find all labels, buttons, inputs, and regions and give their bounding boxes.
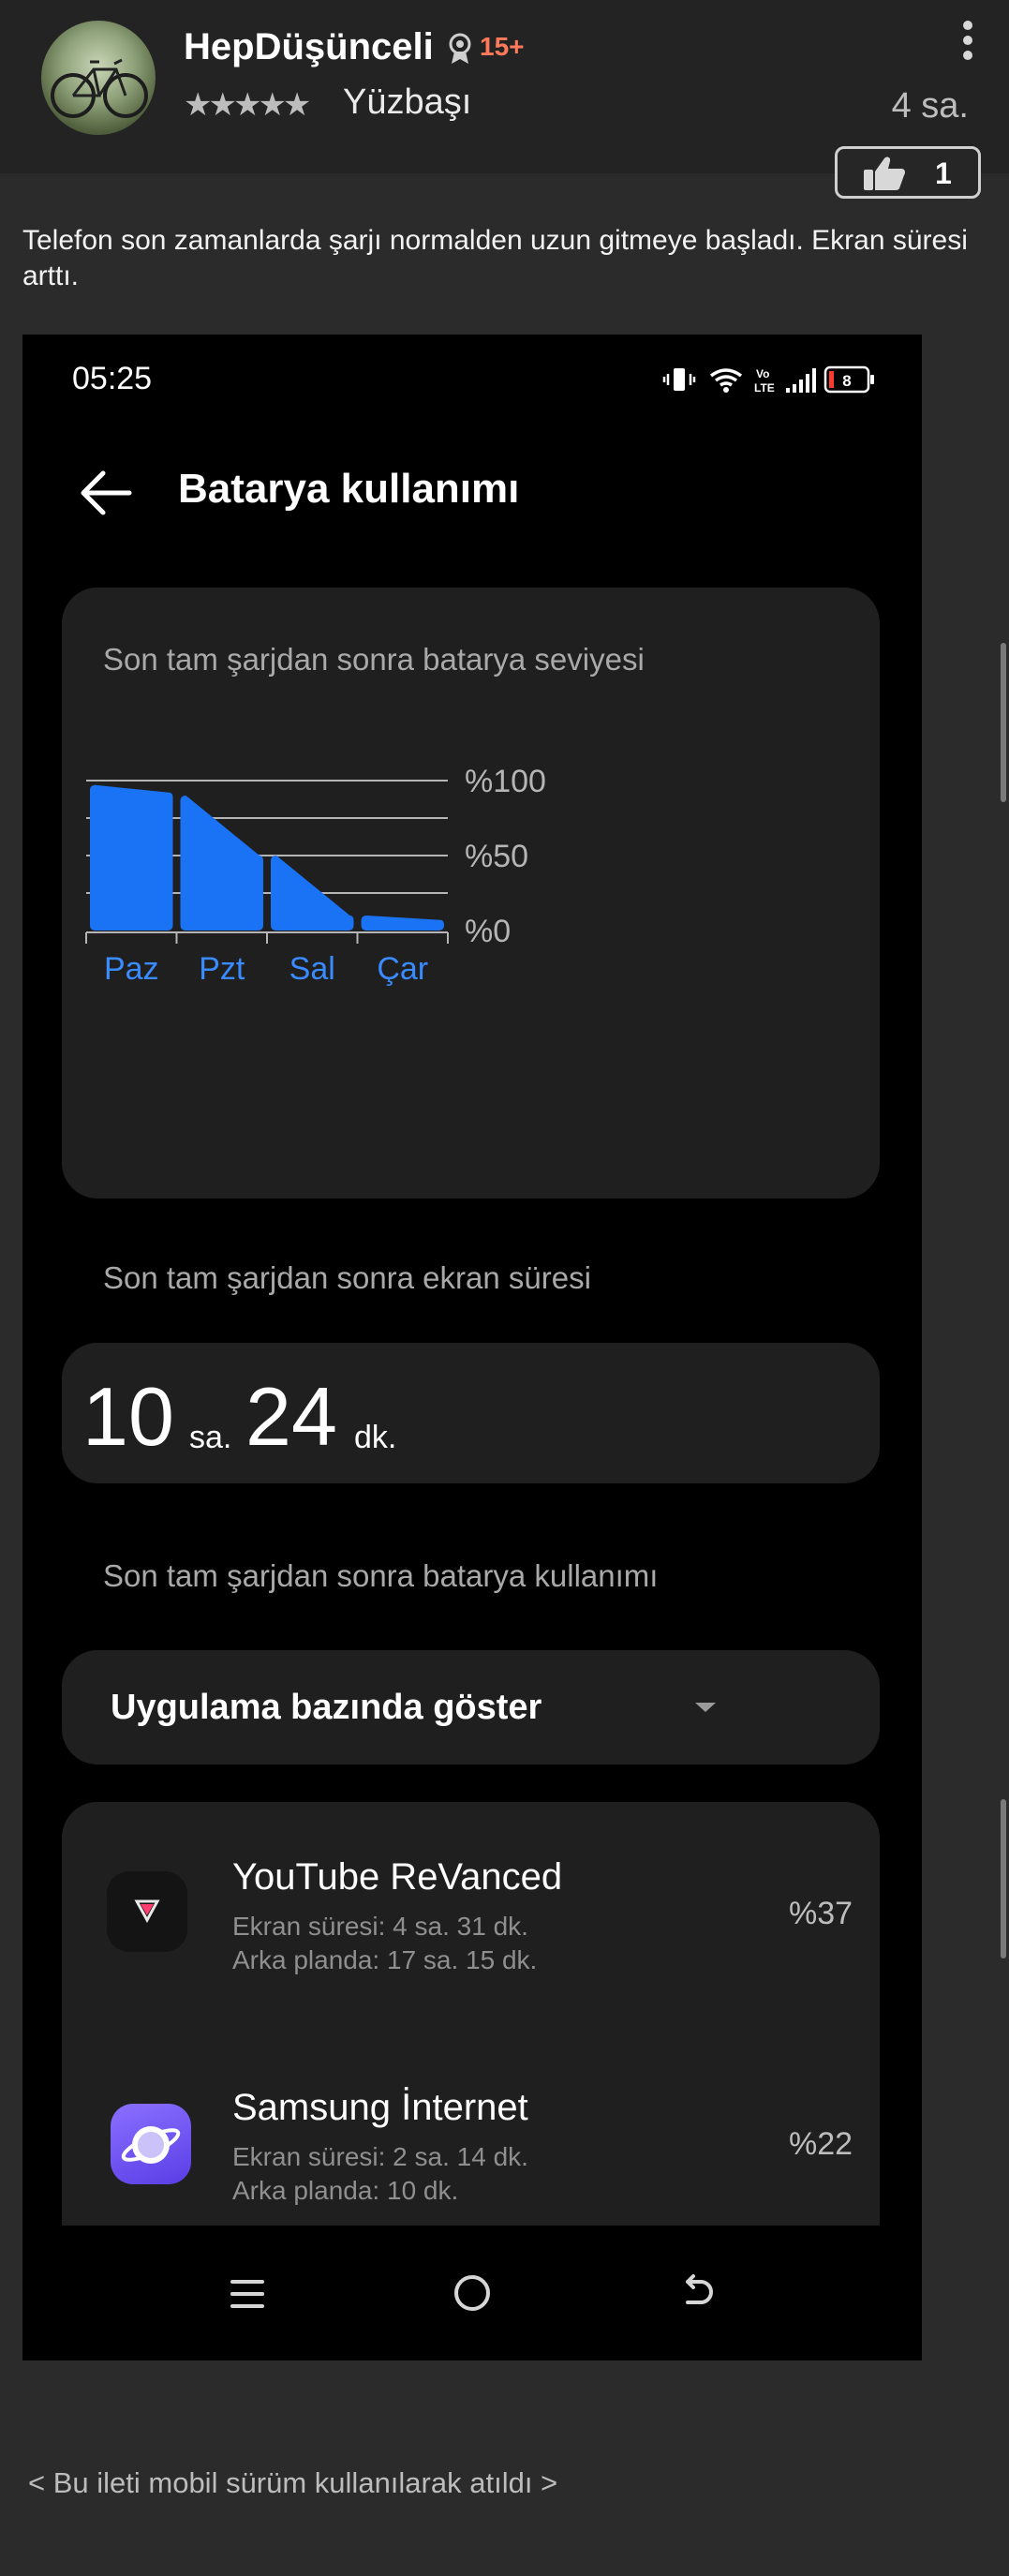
user-avatar[interactable] bbox=[41, 21, 156, 135]
back-nav-icon[interactable] bbox=[678, 2274, 716, 2308]
screen-minutes: 24 bbox=[245, 1370, 337, 1463]
app-background-time: Arka planda: 17 sa. 15 dk. bbox=[232, 1945, 538, 1974]
scrollbar-thumb[interactable] bbox=[1001, 643, 1006, 802]
screen-hours: 10 bbox=[82, 1370, 174, 1463]
message-count-badge: 15+ bbox=[480, 32, 525, 61]
back-arrow-icon[interactable] bbox=[79, 466, 133, 520]
y-tick-label: %0 bbox=[465, 914, 511, 949]
screen-time-label: Son tam şarjdan sonra ekran süresi bbox=[103, 1260, 591, 1295]
usage-label: Son tam şarjdan sonra batarya kullanımı bbox=[103, 1558, 659, 1593]
battery-level-card: Son tam şarjdan sonra batarya seviyesi P… bbox=[62, 588, 880, 1199]
app-background-time: Arka planda: 10 dk. bbox=[232, 2176, 459, 2205]
x-tick-label: Çar bbox=[377, 951, 428, 987]
battery-bar-paz bbox=[90, 784, 173, 931]
post-time: 4 sa. bbox=[891, 86, 969, 126]
dropdown-label: Uygulama bazında göster bbox=[111, 1688, 542, 1727]
volte-icon: VoLTE bbox=[754, 367, 775, 395]
app-name: Samsung İnternet bbox=[232, 2087, 528, 2128]
samsung-internet-icon bbox=[111, 2104, 191, 2184]
recent-apps-icon[interactable] bbox=[230, 2280, 264, 2316]
scrollbar-thumb-lower[interactable] bbox=[1001, 1799, 1006, 1958]
battery-bar-çar bbox=[361, 916, 444, 931]
status-icons: VoLTE 8 bbox=[662, 365, 874, 395]
battery-level: 8 bbox=[842, 372, 851, 390]
battery-chart: Paz Pzt Sal Çar %100 %50 %0 bbox=[85, 764, 546, 987]
rank-title: Yüzbaşı bbox=[343, 82, 472, 122]
youtube-revanced-icon bbox=[107, 1871, 187, 1952]
navigation-bar bbox=[22, 2226, 922, 2360]
app-screen-time: Ekran süresi: 2 sa. 14 dk. bbox=[232, 2142, 528, 2171]
chevron-down-icon bbox=[695, 1703, 716, 1712]
like-button[interactable]: 1 bbox=[835, 146, 981, 199]
vibrate-icon bbox=[662, 368, 696, 391]
wifi-icon bbox=[709, 368, 743, 393]
x-tick-label: Sal bbox=[289, 951, 335, 987]
screen-minutes-unit: dk. bbox=[354, 1420, 397, 1455]
view-mode-dropdown[interactable]: Uygulama bazında göster bbox=[62, 1650, 880, 1764]
screen-hours-unit: sa. bbox=[189, 1420, 232, 1455]
rank-stars: ★★★★★ bbox=[184, 87, 311, 123]
svg-text:Vo: Vo bbox=[756, 367, 769, 380]
app-screen-time: Ekran süresi: 4 sa. 31 dk. bbox=[232, 1912, 528, 1941]
thumbs-up-icon bbox=[864, 156, 905, 190]
home-icon[interactable] bbox=[454, 2275, 490, 2311]
attached-screenshot[interactable]: 05:25 Vo LTE 8 Batarya kullanımı Son tam … bbox=[22, 335, 922, 2360]
username[interactable]: HepDüşünceli bbox=[184, 26, 434, 68]
svg-text:LTE: LTE bbox=[754, 381, 775, 395]
medal-icon bbox=[449, 33, 471, 64]
battery-icon: 8 bbox=[824, 365, 874, 394]
like-count: 1 bbox=[935, 156, 952, 190]
screen-time-card: 10 sa. 24 dk. bbox=[62, 1343, 880, 1483]
more-options-icon[interactable] bbox=[961, 21, 974, 67]
status-time: 05:25 bbox=[72, 361, 153, 396]
screen-title: Batarya kullanımı bbox=[178, 466, 520, 512]
app-percent: %37 bbox=[789, 1896, 853, 1931]
mobile-version-note[interactable]: < Bu ileti mobil sürüm kullanılarak atıl… bbox=[28, 2466, 557, 2500]
app-percent: %22 bbox=[789, 2126, 853, 2162]
battery-bar-pzt bbox=[180, 796, 263, 931]
post-body: Telefon son zamanlarda şarjı normalden u… bbox=[22, 225, 968, 291]
y-tick-label: %50 bbox=[465, 839, 528, 874]
signal-icon bbox=[786, 368, 816, 393]
x-tick-label: Paz bbox=[104, 951, 159, 987]
app-name: YouTube ReVanced bbox=[232, 1856, 563, 1898]
x-tick-label: Pzt bbox=[199, 951, 245, 987]
y-tick-label: %100 bbox=[465, 764, 546, 799]
